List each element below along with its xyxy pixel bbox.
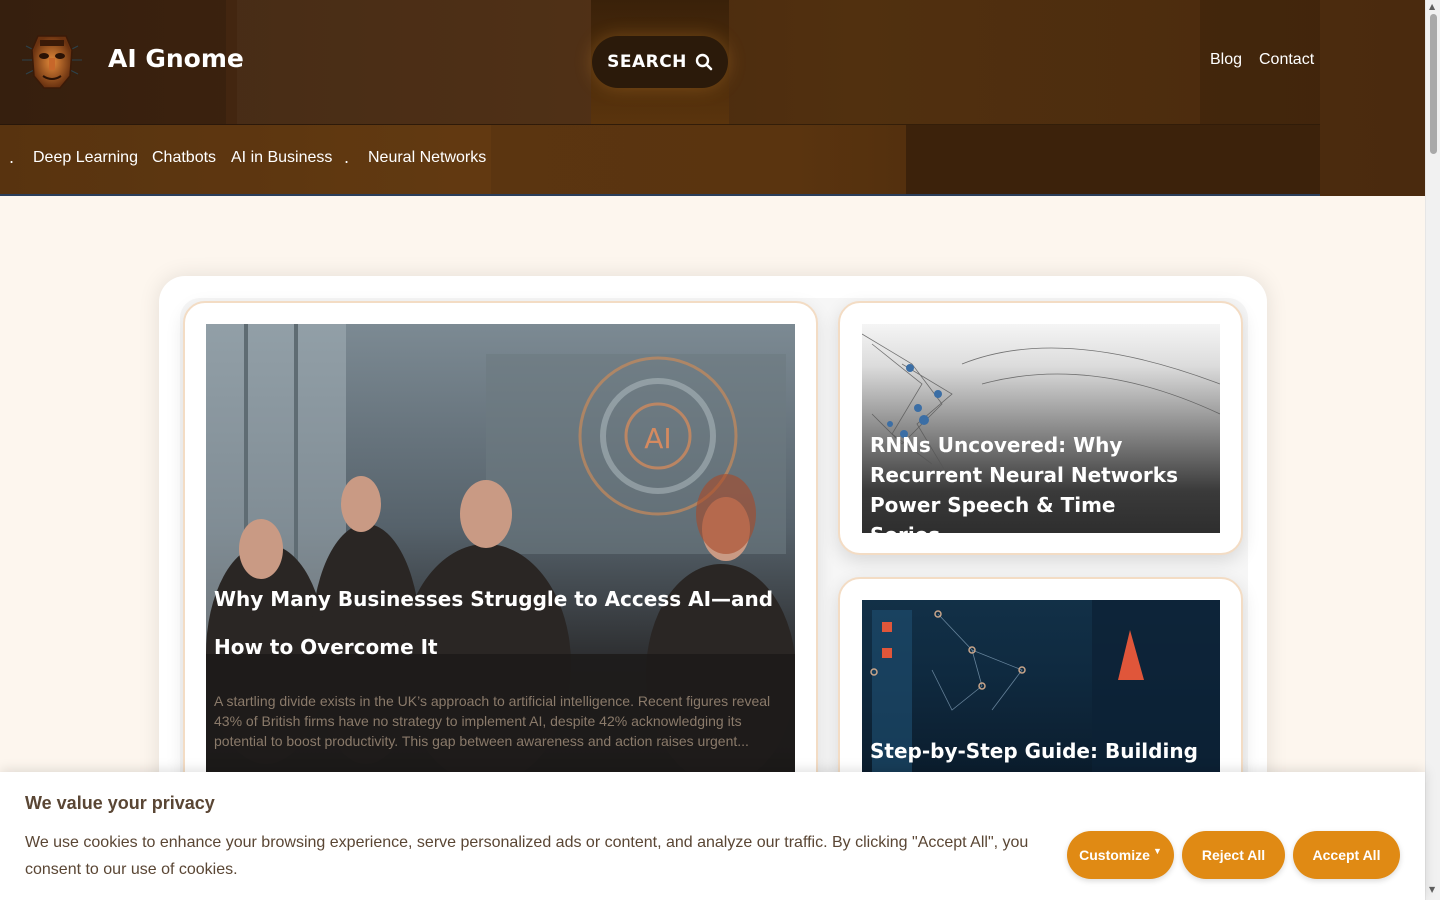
nav-link-contact[interactable]: Contact (1259, 51, 1314, 69)
category-link-deep-learning[interactable]: Deep Learning (33, 149, 138, 167)
side-post-title[interactable]: Step-by-Step Guide: Building (870, 736, 1210, 766)
nav-link-blog[interactable]: Blog (1210, 51, 1242, 69)
nav-separator: . (9, 148, 15, 167)
category-link-neural-networks[interactable]: Neural Networks (368, 149, 486, 167)
scroll-up-arrow-icon[interactable]: ▲ (1429, 2, 1435, 11)
reject-all-button[interactable]: Reject All (1182, 831, 1285, 879)
nav-dark-panel (906, 125, 1320, 195)
search-label: SEARCH (607, 52, 687, 72)
ai-badge-text: AI (644, 422, 671, 455)
header-panel (237, 0, 591, 124)
search-button[interactable]: SEARCH (592, 36, 728, 88)
category-link-ai-in-business[interactable]: AI in Business (231, 149, 332, 167)
scroll-down-arrow-icon[interactable]: ▼ (1429, 885, 1435, 894)
caret-down-icon: ▼ (1152, 846, 1162, 856)
page-scrollbar[interactable]: ▲ ▼ (1425, 0, 1440, 900)
nav-separator: . (344, 148, 350, 167)
accept-all-button[interactable]: Accept All (1293, 831, 1400, 879)
cookie-banner-text: We use cookies to enhance your browsing … (25, 834, 1029, 878)
category-link-chatbots[interactable]: Chatbots (152, 149, 216, 167)
featured-post-title[interactable]: Why Many Businesses Struggle to Access A… (214, 575, 784, 671)
search-icon (695, 53, 713, 71)
header-bottom-border (0, 194, 1320, 196)
customize-button[interactable]: Customize ▼ (1067, 831, 1174, 879)
featured-post-excerpt: A startling divide exists in the UK’s ap… (214, 693, 771, 749)
customize-label: Customize (1079, 847, 1150, 863)
gnome-mask-logo-icon (22, 35, 82, 89)
site-logo[interactable] (18, 26, 86, 94)
side-post-title[interactable]: RNNs Uncovered: Why Recurrent Neural Net… (870, 430, 1210, 550)
site-title[interactable]: AI Gnome (108, 44, 244, 73)
scrollbar-thumb[interactable] (1430, 14, 1437, 154)
cookie-banner-title: We value your privacy (25, 793, 215, 813)
